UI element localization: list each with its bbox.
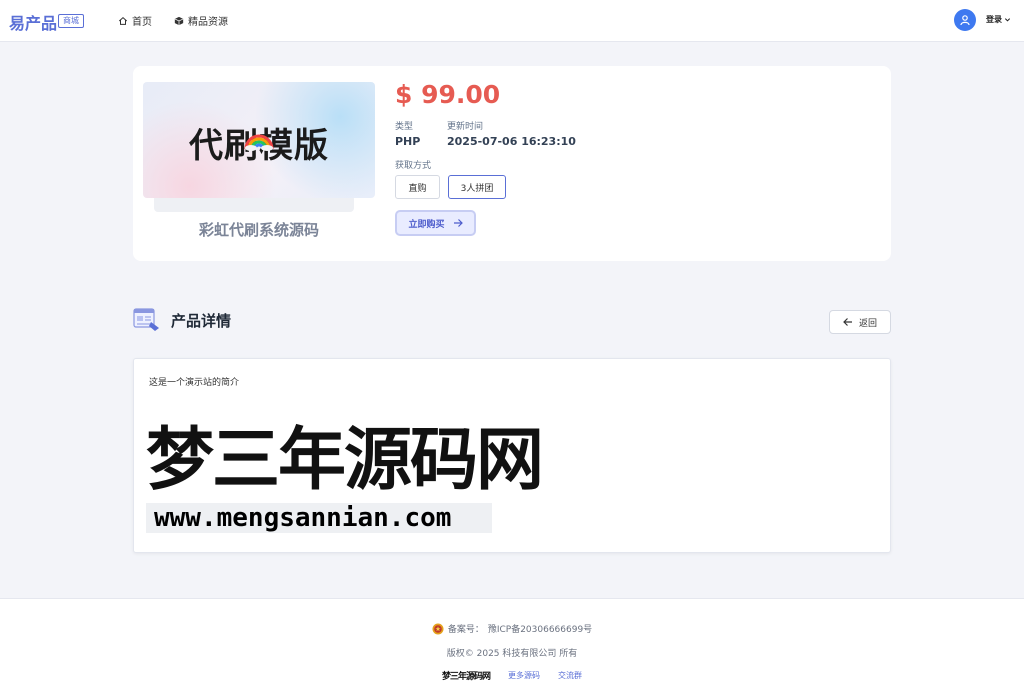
nav-premium-resources[interactable]: 精品资源 bbox=[174, 13, 228, 28]
arrow-left-icon bbox=[843, 318, 852, 326]
back-button[interactable]: 返回 bbox=[829, 310, 891, 334]
section-title: 产品详情 bbox=[171, 312, 232, 330]
top-navbar: 易产品 商城 首页 精品资源 登录 bbox=[0, 0, 1024, 42]
product-price: $ 99.00 bbox=[395, 80, 501, 109]
chevron-down-icon bbox=[1004, 18, 1011, 22]
type-value: PHP bbox=[395, 135, 421, 148]
watermark-title: 梦三年源码网 bbox=[146, 420, 544, 500]
footer-links: 梦三年源码网 更多源码 交流群 bbox=[0, 669, 1024, 682]
icp-number-link[interactable]: 豫ICP备20306666699号 bbox=[488, 622, 592, 635]
watermark-url: www.mengsannian.com bbox=[146, 503, 492, 533]
rainbow-icon bbox=[244, 134, 274, 151]
login-dropdown[interactable]: 登录 bbox=[986, 14, 1011, 25]
footer-logo[interactable]: 梦三年源码网 bbox=[442, 669, 491, 682]
user-avatar[interactable] bbox=[954, 9, 976, 31]
footer-link-more-source[interactable]: 更多源码 bbox=[508, 670, 540, 681]
option-direct-buy[interactable]: 直购 bbox=[395, 175, 440, 199]
nav-premium-label: 精品资源 bbox=[188, 17, 228, 28]
option-group-buy[interactable]: 3人拼团 bbox=[448, 175, 506, 199]
icp-record: 备案号： 豫ICP备20306666699号 bbox=[0, 622, 1024, 635]
nav-home-label: 首页 bbox=[132, 17, 152, 28]
type-label: 类型 bbox=[395, 122, 414, 132]
product-name: 彩虹代刷系统源码 bbox=[198, 221, 319, 239]
logo-badge: 商城 bbox=[58, 14, 84, 28]
arrow-right-icon bbox=[453, 219, 463, 227]
footer-link-group[interactable]: 交流群 bbox=[558, 670, 582, 681]
site-logo[interactable]: 易产品 bbox=[9, 10, 57, 34]
product-thumbnail: 代刷模版 bbox=[143, 82, 375, 198]
login-label: 登录 bbox=[986, 15, 1002, 24]
updated-label: 更新时间 bbox=[447, 122, 484, 132]
back-label: 返回 bbox=[858, 318, 877, 329]
icp-label: 备案号： bbox=[447, 625, 484, 635]
updated-value: 2025-07-06 16:23:10 bbox=[447, 135, 576, 148]
nav-home[interactable]: 首页 bbox=[118, 13, 152, 28]
buy-now-button[interactable]: 立即购买 bbox=[395, 210, 476, 236]
acquire-label: 获取方式 bbox=[395, 161, 432, 171]
home-icon bbox=[118, 16, 128, 25]
buy-now-label: 立即购买 bbox=[408, 219, 445, 230]
user-icon bbox=[960, 15, 970, 26]
cube-icon bbox=[174, 16, 184, 25]
product-intro: 这是一个演示站的简介 bbox=[149, 378, 240, 388]
police-badge-icon bbox=[432, 623, 444, 634]
document-icon bbox=[133, 308, 159, 331]
copyright: 版权© 2025 科技有限公司 所有 bbox=[446, 649, 578, 659]
